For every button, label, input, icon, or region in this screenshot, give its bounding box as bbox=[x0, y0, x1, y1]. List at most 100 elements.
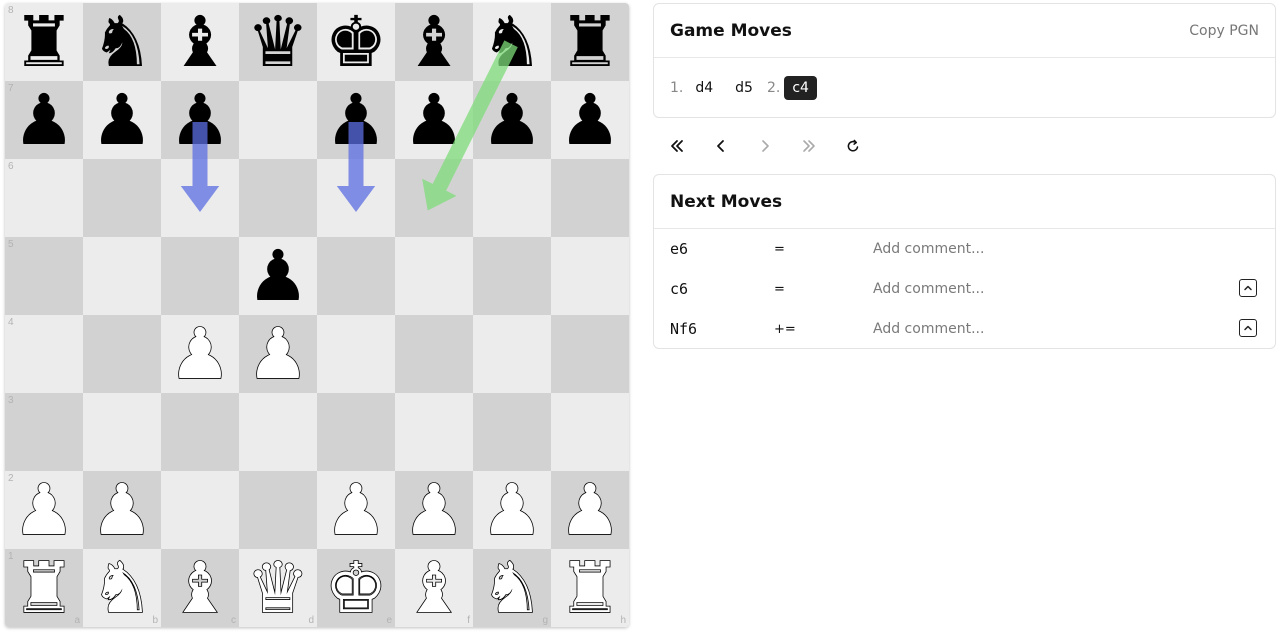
square-c4[interactable]: ♟ bbox=[161, 315, 239, 393]
next-move-button[interactable] bbox=[743, 128, 787, 164]
next-move-row[interactable]: Nf6 += bbox=[654, 309, 1275, 349]
move-d5[interactable]: d5 bbox=[727, 76, 761, 100]
square-g2[interactable]: ♟ bbox=[473, 471, 551, 549]
white-pawn-icon[interactable]: ♟ bbox=[551, 471, 629, 549]
chess-board[interactable]: 8 ♜ ♞ ♝ ♛ ♚ ♝ ♞ ♜ 7 ♟ ♟ ♟ ♟ ♟ ♟ ♟ 6 5 ♟ 4 ♟ ♟ 3 2 ♟ ♟ ♟ ♟ ♟ ♟ 1 a ♜ b ♞ c ♝ d ♛… bbox=[5, 3, 629, 627]
white-pawn-icon[interactable]: ♟ bbox=[83, 471, 161, 549]
white-pawn-icon[interactable]: ♟ bbox=[161, 315, 239, 393]
square-c6[interactable] bbox=[161, 159, 239, 237]
black-knight-icon[interactable]: ♞ bbox=[473, 3, 551, 81]
square-e3[interactable] bbox=[317, 393, 395, 471]
square-a7[interactable]: 7 ♟ bbox=[5, 81, 83, 159]
black-knight-icon[interactable]: ♞ bbox=[83, 3, 161, 81]
white-king-icon[interactable]: ♚ bbox=[317, 549, 395, 627]
square-h8[interactable]: ♜ bbox=[551, 3, 629, 81]
square-c1[interactable]: c ♝ bbox=[161, 549, 239, 627]
black-rook-icon[interactable]: ♜ bbox=[551, 3, 629, 81]
square-d3[interactable] bbox=[239, 393, 317, 471]
square-d6[interactable] bbox=[239, 159, 317, 237]
square-g5[interactable] bbox=[473, 237, 551, 315]
square-d1[interactable]: d ♛ bbox=[239, 549, 317, 627]
square-f8[interactable]: ♝ bbox=[395, 3, 473, 81]
square-f3[interactable] bbox=[395, 393, 473, 471]
square-f7[interactable]: ♟ bbox=[395, 81, 473, 159]
white-rook-icon[interactable]: ♜ bbox=[551, 549, 629, 627]
move-d4[interactable]: d4 bbox=[687, 76, 721, 100]
collapse-button[interactable] bbox=[1239, 319, 1257, 337]
white-bishop-icon[interactable]: ♝ bbox=[395, 549, 473, 627]
next-move-row[interactable]: c6 = bbox=[654, 269, 1275, 309]
next-move-row[interactable]: e6 = bbox=[654, 229, 1275, 269]
square-g6[interactable] bbox=[473, 159, 551, 237]
black-pawn-icon[interactable]: ♟ bbox=[83, 81, 161, 159]
square-b1[interactable]: b ♞ bbox=[83, 549, 161, 627]
square-c7[interactable]: ♟ bbox=[161, 81, 239, 159]
square-b4[interactable] bbox=[83, 315, 161, 393]
square-d5[interactable]: ♟ bbox=[239, 237, 317, 315]
square-h2[interactable]: ♟ bbox=[551, 471, 629, 549]
square-f4[interactable] bbox=[395, 315, 473, 393]
next-move-san[interactable]: c6 bbox=[670, 280, 774, 298]
white-pawn-icon[interactable]: ♟ bbox=[5, 471, 83, 549]
square-h5[interactable] bbox=[551, 237, 629, 315]
square-g4[interactable] bbox=[473, 315, 551, 393]
white-rook-icon[interactable]: ♜ bbox=[5, 549, 83, 627]
white-queen-icon[interactable]: ♛ bbox=[239, 549, 317, 627]
square-g8[interactable]: ♞ bbox=[473, 3, 551, 81]
square-g3[interactable] bbox=[473, 393, 551, 471]
square-h4[interactable] bbox=[551, 315, 629, 393]
square-f6[interactable] bbox=[395, 159, 473, 237]
square-a2[interactable]: 2 ♟ bbox=[5, 471, 83, 549]
square-a3[interactable]: 3 bbox=[5, 393, 83, 471]
square-c5[interactable] bbox=[161, 237, 239, 315]
black-bishop-icon[interactable]: ♝ bbox=[161, 3, 239, 81]
square-a4[interactable]: 4 bbox=[5, 315, 83, 393]
comment-input[interactable] bbox=[873, 281, 1173, 297]
square-e4[interactable] bbox=[317, 315, 395, 393]
square-d2[interactable] bbox=[239, 471, 317, 549]
square-c3[interactable] bbox=[161, 393, 239, 471]
black-pawn-icon[interactable]: ♟ bbox=[317, 81, 395, 159]
move-c4[interactable]: c4 bbox=[784, 76, 817, 100]
black-queen-icon[interactable]: ♛ bbox=[239, 3, 317, 81]
square-b6[interactable] bbox=[83, 159, 161, 237]
square-d4[interactable]: ♟ bbox=[239, 315, 317, 393]
collapse-button[interactable] bbox=[1239, 279, 1257, 297]
black-pawn-icon[interactable]: ♟ bbox=[5, 81, 83, 159]
last-move-button[interactable] bbox=[787, 128, 831, 164]
square-f2[interactable]: ♟ bbox=[395, 471, 473, 549]
white-knight-icon[interactable]: ♞ bbox=[83, 549, 161, 627]
black-king-icon[interactable]: ♚ bbox=[317, 3, 395, 81]
first-move-button[interactable] bbox=[655, 128, 699, 164]
comment-input[interactable] bbox=[873, 321, 1173, 337]
white-knight-icon[interactable]: ♞ bbox=[473, 549, 551, 627]
square-c2[interactable] bbox=[161, 471, 239, 549]
square-f1[interactable]: f ♝ bbox=[395, 549, 473, 627]
square-e7[interactable]: ♟ bbox=[317, 81, 395, 159]
square-h6[interactable] bbox=[551, 159, 629, 237]
square-e6[interactable] bbox=[317, 159, 395, 237]
square-e2[interactable]: ♟ bbox=[317, 471, 395, 549]
square-e5[interactable] bbox=[317, 237, 395, 315]
square-h3[interactable] bbox=[551, 393, 629, 471]
square-a8[interactable]: 8 ♜ bbox=[5, 3, 83, 81]
square-e1[interactable]: e ♚ bbox=[317, 549, 395, 627]
black-pawn-icon[interactable]: ♟ bbox=[473, 81, 551, 159]
black-pawn-icon[interactable]: ♟ bbox=[161, 81, 239, 159]
square-a1[interactable]: 1 a ♜ bbox=[5, 549, 83, 627]
square-g7[interactable]: ♟ bbox=[473, 81, 551, 159]
square-b7[interactable]: ♟ bbox=[83, 81, 161, 159]
white-bishop-icon[interactable]: ♝ bbox=[161, 549, 239, 627]
black-pawn-icon[interactable]: ♟ bbox=[551, 81, 629, 159]
comment-input[interactable] bbox=[873, 241, 1173, 257]
square-d8[interactable]: ♛ bbox=[239, 3, 317, 81]
square-d7[interactable] bbox=[239, 81, 317, 159]
copy-pgn-button[interactable]: Copy PGN bbox=[1189, 23, 1259, 39]
white-pawn-icon[interactable]: ♟ bbox=[317, 471, 395, 549]
next-move-san[interactable]: Nf6 bbox=[670, 320, 774, 338]
square-e8[interactable]: ♚ bbox=[317, 3, 395, 81]
prev-move-button[interactable] bbox=[699, 128, 743, 164]
square-f5[interactable] bbox=[395, 237, 473, 315]
black-pawn-icon[interactable]: ♟ bbox=[239, 237, 317, 315]
white-pawn-icon[interactable]: ♟ bbox=[395, 471, 473, 549]
